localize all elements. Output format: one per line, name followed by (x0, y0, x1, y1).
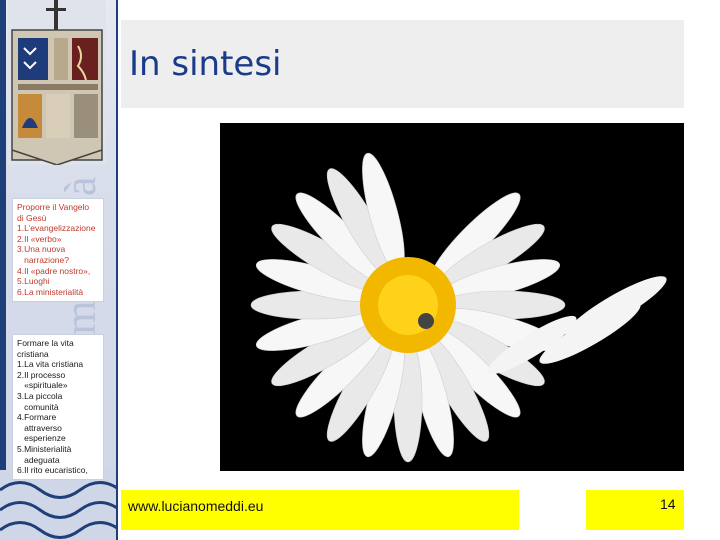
sidebar-item[interactable]: 6.Il rito eucaristico, (17, 465, 99, 476)
daisy-photo (220, 123, 684, 471)
sidebar-item[interactable]: comunità (17, 402, 99, 413)
sidebar-item[interactable]: Formare la vita (17, 338, 99, 349)
sidebar-item[interactable]: «spirituale» (17, 380, 99, 391)
sidebar-item[interactable]: 6.La ministerialità (17, 287, 99, 298)
sidebar-item[interactable]: 2.Il processo (17, 370, 99, 381)
sidebar-item[interactable]: 5.Luoghi (17, 276, 99, 287)
sidebar-item[interactable]: attraverso (17, 423, 99, 434)
sidebar-item[interactable]: esperienze (17, 433, 99, 444)
sidebar-section-gospel: Proporre il Vangelo di Gesù 1.L’evangeli… (12, 198, 104, 302)
sidebar-item[interactable]: 3.Una nuova (17, 244, 99, 255)
sidebar-item[interactable]: 3.La piccola (17, 391, 99, 402)
sidebar-item[interactable]: 1.La vita cristiana (17, 359, 99, 370)
slide-title: In sintesi (129, 44, 282, 84)
sidebar-bottom-art (0, 470, 116, 540)
sidebar-item[interactable]: adeguata (17, 455, 99, 466)
page-number: 14 (660, 496, 676, 512)
sidebar-item[interactable]: 2.Il «verbo» (17, 234, 99, 245)
sidebar-item[interactable]: narrazione? (17, 255, 99, 266)
footer-url[interactable]: www.lucianomeddi.eu (128, 498, 263, 514)
sidebar-item[interactable]: di Gesù (17, 213, 99, 224)
sidebar-item[interactable]: 4.Il «padre nostro», (17, 266, 99, 277)
sidebar-section-christian-life: Formare la vita cristiana 1.La vita cris… (12, 334, 104, 480)
sidebar-item[interactable]: Proporre il Vangelo (17, 202, 99, 213)
sidebar-item[interactable]: 5.Ministerialità (17, 444, 99, 455)
sidebar-item[interactable]: 1.L’evangelizzazione (17, 223, 99, 234)
sidebar-item[interactable]: 4.Formare (17, 412, 99, 423)
sidebar-item[interactable]: cristiana (17, 349, 99, 360)
sidebar-band (0, 0, 6, 540)
